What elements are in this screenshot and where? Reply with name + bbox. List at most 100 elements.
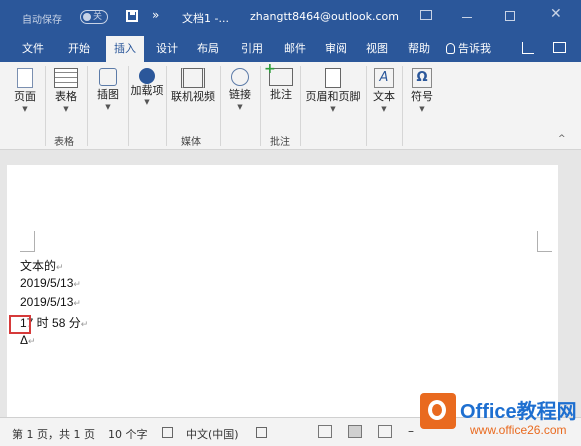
print-layout-icon[interactable] bbox=[348, 425, 362, 438]
logo-ring bbox=[428, 400, 446, 420]
link-icon bbox=[231, 68, 249, 86]
ribbon-display-options-icon[interactable] bbox=[420, 10, 432, 20]
maximize-icon[interactable] bbox=[505, 11, 515, 21]
group-separator bbox=[166, 66, 167, 146]
share-icon[interactable] bbox=[522, 42, 534, 54]
collapse-ribbon-icon[interactable]: ^ bbox=[558, 134, 566, 144]
autosave-toggle[interactable]: 关 bbox=[80, 10, 108, 24]
group-separator bbox=[220, 66, 221, 146]
group-separator bbox=[260, 66, 261, 146]
tab-help[interactable]: 帮助 bbox=[404, 36, 434, 62]
illustrations-icon bbox=[99, 68, 117, 86]
autosave-state: 关 bbox=[93, 12, 103, 22]
paragraph-mark: ↵ bbox=[56, 262, 64, 272]
tab-mailings[interactable]: 邮件 bbox=[280, 36, 310, 62]
pages-label: 页面 bbox=[14, 90, 36, 103]
doc-line[interactable]: Δ↵ bbox=[20, 333, 36, 347]
symbols-label: 符号 bbox=[411, 90, 433, 103]
word-count[interactable]: 10 个字 bbox=[108, 426, 148, 442]
doc-line[interactable]: 文本的↵ bbox=[20, 257, 64, 274]
lightbulb-icon bbox=[446, 43, 455, 54]
tab-layout[interactable]: 布局 bbox=[193, 36, 223, 62]
paragraph-mark: ↵ bbox=[28, 336, 36, 346]
doc-line-text: Δ bbox=[20, 333, 29, 347]
tab-design[interactable]: 设计 bbox=[152, 36, 182, 62]
table-icon bbox=[54, 68, 78, 88]
online-video-label: 联机视频 bbox=[171, 90, 215, 103]
tell-me[interactable]: 告诉我 bbox=[446, 36, 491, 62]
doc-line-text: 文本的 bbox=[20, 259, 57, 273]
symbols-button[interactable]: Ω 符号 ▼ bbox=[405, 68, 439, 114]
proofing-icon[interactable] bbox=[162, 427, 173, 438]
highlight-box bbox=[9, 315, 31, 334]
comment-label: 批注 bbox=[270, 88, 292, 101]
doc-line-text: 2019/5/13 bbox=[20, 295, 74, 309]
illustrations-label: 插图 bbox=[97, 88, 119, 101]
document-area: 文本的↵ 2019/5/13↵ 2019/5/13↵ 17 时 58 分↵ Δ↵ bbox=[0, 150, 581, 417]
title-bar: 自动保存 关 » 文档1 -... zhangtt8464@outlook.co… bbox=[0, 0, 581, 36]
group-separator bbox=[366, 66, 367, 146]
text-button[interactable]: A 文本 ▼ bbox=[368, 68, 400, 114]
watermark-title: Office教程网 bbox=[460, 401, 577, 423]
close-icon[interactable]: ✕ bbox=[550, 6, 562, 22]
pages-button[interactable]: 页面 ▼ bbox=[6, 68, 44, 114]
doc-line-text: 2019/5/13 bbox=[20, 276, 74, 290]
group-label-media: 媒体 bbox=[181, 137, 201, 148]
tab-view[interactable]: 视图 bbox=[362, 36, 392, 62]
save-icon[interactable] bbox=[126, 10, 138, 22]
chevron-down-icon: ▼ bbox=[330, 105, 336, 113]
header-footer-icon bbox=[325, 68, 341, 88]
user-account[interactable]: zhangtt8464@outlook.com bbox=[250, 10, 399, 23]
comment-button[interactable]: + 批注 bbox=[264, 61, 298, 102]
page-count[interactable]: 第 1 页，共 1 页 bbox=[12, 426, 95, 442]
add-ins-button[interactable]: 加载项 ▼ bbox=[130, 68, 164, 107]
illustrations-button[interactable]: 插图 ▼ bbox=[90, 68, 126, 112]
office-logo-icon bbox=[420, 393, 456, 429]
group-separator bbox=[402, 66, 403, 146]
chevron-down-icon: ▼ bbox=[237, 103, 243, 111]
macro-icon[interactable] bbox=[256, 427, 267, 438]
chevron-down-icon: ▼ bbox=[63, 105, 69, 113]
tab-insert[interactable]: 插入 bbox=[106, 36, 144, 62]
chevron-down-icon: ▼ bbox=[419, 105, 425, 113]
group-separator bbox=[300, 66, 301, 146]
crop-mark-right bbox=[537, 231, 552, 252]
header-footer-button[interactable]: 页眉和页脚 ▼ bbox=[302, 68, 364, 114]
online-video-button[interactable]: 联机视频 bbox=[168, 68, 218, 104]
group-separator bbox=[87, 66, 88, 146]
chevron-down-icon: ▼ bbox=[105, 103, 111, 111]
chevron-down-icon: ▼ bbox=[381, 105, 387, 113]
zoom-out-icon[interactable]: – bbox=[408, 424, 414, 438]
plus-icon: + bbox=[264, 61, 276, 77]
paragraph-mark: ↵ bbox=[73, 298, 81, 308]
group-separator bbox=[128, 66, 129, 146]
doc-line[interactable]: 2019/5/13↵ bbox=[20, 295, 81, 309]
add-ins-icon bbox=[139, 68, 155, 84]
customize-quick-access-icon[interactable]: » bbox=[152, 8, 159, 22]
tell-me-label: 告诉我 bbox=[458, 42, 491, 55]
table-button[interactable]: 表格 ▼ bbox=[48, 68, 84, 114]
watermark-url: www.office26.com bbox=[470, 423, 567, 437]
group-label-comments: 批注 bbox=[270, 137, 290, 148]
chevron-down-icon: ▼ bbox=[144, 98, 150, 106]
ribbon: 页面 ▼ 表格 ▼ 表格 插图 ▼ 加载项 ▼ 联机视频 媒体 链接 ▼ + 批… bbox=[0, 61, 581, 150]
new-comment-icon: + bbox=[264, 61, 293, 86]
doc-line[interactable]: 2019/5/13↵ bbox=[20, 276, 81, 290]
read-mode-icon[interactable] bbox=[318, 425, 332, 438]
links-button[interactable]: 链接 ▼ bbox=[224, 68, 256, 112]
document-page[interactable]: 文本的↵ 2019/5/13↵ 2019/5/13↵ 17 时 58 分↵ Δ↵ bbox=[7, 165, 558, 417]
tab-review[interactable]: 审阅 bbox=[321, 36, 351, 62]
text-label: 文本 bbox=[373, 90, 395, 103]
group-label-tables: 表格 bbox=[54, 137, 74, 148]
tab-home[interactable]: 开始 bbox=[60, 36, 98, 62]
header-footer-label: 页眉和页脚 bbox=[305, 90, 361, 103]
comments-icon[interactable] bbox=[553, 42, 566, 53]
tab-references[interactable]: 引用 bbox=[237, 36, 267, 62]
web-layout-icon[interactable] bbox=[378, 425, 392, 438]
table-label: 表格 bbox=[55, 90, 77, 103]
autosave-label: 自动保存 bbox=[22, 15, 62, 26]
minimize-icon[interactable] bbox=[462, 17, 472, 18]
tab-file[interactable]: 文件 bbox=[14, 36, 52, 62]
language[interactable]: 中文(中国) bbox=[186, 426, 239, 442]
add-ins-label: 加载项 bbox=[130, 84, 164, 97]
